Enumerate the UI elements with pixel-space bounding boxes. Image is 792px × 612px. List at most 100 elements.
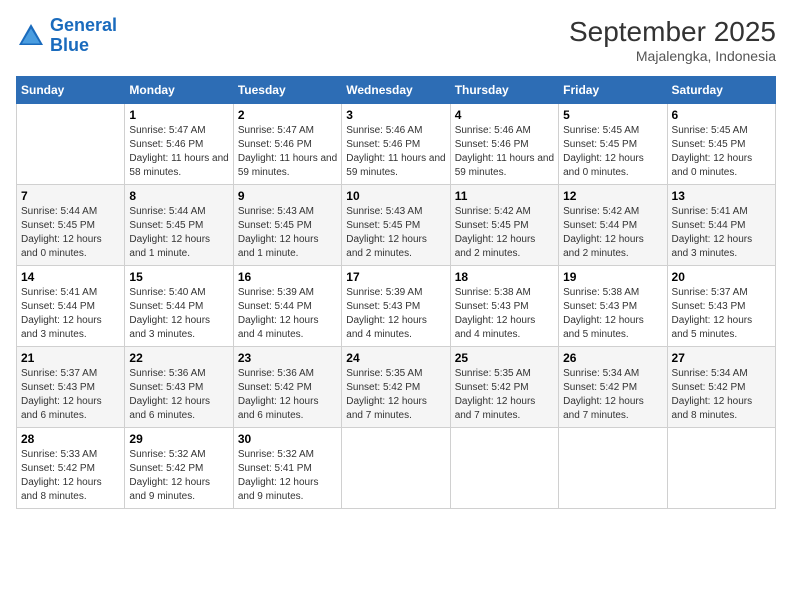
calendar-cell: 26 Sunrise: 5:34 AMSunset: 5:42 PMDayligh… [559, 347, 667, 428]
logo-icon [16, 21, 46, 51]
cell-info: Sunrise: 5:40 AMSunset: 5:44 PMDaylight:… [129, 286, 228, 342]
calendar-cell: 23 Sunrise: 5:36 AMSunset: 5:42 PMDayligh… [233, 347, 341, 428]
month-year: September 2025 [569, 16, 776, 48]
day-number: 6 [672, 108, 771, 122]
calendar-cell: 29Sunrise: 5:32 AMSunset: 5:42 PMDayligh… [125, 428, 233, 509]
calendar-cell: 16Sunrise: 5:39 AMSunset: 5:44 PMDayligh… [233, 266, 341, 347]
day-number: 14 [21, 270, 120, 284]
cell-info: Sunrise: 5:33 AMSunset: 5:42 PMDaylight:… [21, 448, 120, 504]
cell-info: Sunrise: 5:37 AMSunset: 5:43 PMDaylight:… [672, 286, 771, 342]
cell-info: Sunrise: 5:42 AMSunset: 5:44 PMDaylight:… [563, 205, 662, 261]
cell-info: Sunrise: 5:47 AMSunset: 5:46 PMDaylight:… [129, 124, 228, 180]
day-number: 22 [129, 351, 228, 365]
cell-info: Sunrise: 5:43 AMSunset: 5:45 PMDaylight:… [238, 205, 337, 261]
day-number: 9 [238, 189, 337, 203]
calendar-cell: 3 Sunrise: 5:46 AMSunset: 5:46 PMDaylight… [342, 104, 450, 185]
logo: General Blue [16, 16, 117, 56]
logo-text: General Blue [50, 16, 117, 56]
cell-info: Sunrise: 5:45 AMSunset: 5:45 PMDaylight:… [672, 124, 771, 180]
calendar-cell [342, 428, 450, 509]
day-number: 5 [563, 108, 662, 122]
header-cell-wednesday: Wednesday [342, 77, 450, 104]
calendar-cell: 28 Sunrise: 5:33 AMSunset: 5:42 PMDayligh… [17, 428, 125, 509]
day-number: 4 [455, 108, 554, 122]
day-number: 2 [238, 108, 337, 122]
calendar-table: SundayMondayTuesdayWednesdayThursdayFrid… [16, 76, 776, 509]
calendar-cell: 9 Sunrise: 5:43 AMSunset: 5:45 PMDaylight… [233, 185, 341, 266]
calendar-cell: 8Sunrise: 5:44 AMSunset: 5:45 PMDaylight… [125, 185, 233, 266]
day-number: 28 [21, 432, 120, 446]
day-number: 15 [129, 270, 228, 284]
week-row-5: 28 Sunrise: 5:33 AMSunset: 5:42 PMDayligh… [17, 428, 776, 509]
cell-info: Sunrise: 5:34 AMSunset: 5:42 PMDaylight:… [672, 367, 771, 423]
week-row-2: 7Sunrise: 5:44 AMSunset: 5:45 PMDaylight… [17, 185, 776, 266]
day-number: 1 [129, 108, 228, 122]
day-number: 24 [346, 351, 445, 365]
cell-info: Sunrise: 5:39 AMSunset: 5:44 PMDaylight:… [238, 286, 337, 342]
day-number: 17 [346, 270, 445, 284]
day-number: 3 [346, 108, 445, 122]
cell-info: Sunrise: 5:46 AMSunset: 5:46 PMDaylight:… [455, 124, 554, 180]
cell-info: Sunrise: 5:41 AMSunset: 5:44 PMDaylight:… [21, 286, 120, 342]
calendar-cell: 10 Sunrise: 5:43 AMSunset: 5:45 PMDayligh… [342, 185, 450, 266]
calendar-cell [559, 428, 667, 509]
cell-info: Sunrise: 5:44 AMSunset: 5:45 PMDaylight:… [21, 205, 120, 261]
day-number: 10 [346, 189, 445, 203]
day-number: 27 [672, 351, 771, 365]
calendar-cell: 24Sunrise: 5:35 AMSunset: 5:42 PMDayligh… [342, 347, 450, 428]
cell-info: Sunrise: 5:36 AMSunset: 5:43 PMDaylight:… [129, 367, 228, 423]
header-cell-thursday: Thursday [450, 77, 558, 104]
page-header: General Blue September 2025 Majalengka, … [16, 16, 776, 64]
calendar-cell: 30 Sunrise: 5:32 AMSunset: 5:41 PMDayligh… [233, 428, 341, 509]
week-row-3: 14 Sunrise: 5:41 AMSunset: 5:44 PMDayligh… [17, 266, 776, 347]
calendar-cell: 7Sunrise: 5:44 AMSunset: 5:45 PMDaylight… [17, 185, 125, 266]
day-number: 19 [563, 270, 662, 284]
day-number: 11 [455, 189, 554, 203]
day-number: 29 [129, 432, 228, 446]
header-cell-monday: Monday [125, 77, 233, 104]
cell-info: Sunrise: 5:41 AMSunset: 5:44 PMDaylight:… [672, 205, 771, 261]
cell-info: Sunrise: 5:36 AMSunset: 5:42 PMDaylight:… [238, 367, 337, 423]
day-number: 12 [563, 189, 662, 203]
cell-info: Sunrise: 5:45 AMSunset: 5:45 PMDaylight:… [563, 124, 662, 180]
cell-info: Sunrise: 5:43 AMSunset: 5:45 PMDaylight:… [346, 205, 445, 261]
location: Majalengka, Indonesia [569, 48, 776, 64]
header-cell-saturday: Saturday [667, 77, 775, 104]
calendar-cell: 20 Sunrise: 5:37 AMSunset: 5:43 PMDayligh… [667, 266, 775, 347]
calendar-cell: 12 Sunrise: 5:42 AMSunset: 5:44 PMDayligh… [559, 185, 667, 266]
calendar-cell: 1 Sunrise: 5:47 AMSunset: 5:46 PMDaylight… [125, 104, 233, 185]
cell-info: Sunrise: 5:38 AMSunset: 5:43 PMDaylight:… [455, 286, 554, 342]
calendar-cell [17, 104, 125, 185]
day-number: 25 [455, 351, 554, 365]
header-cell-tuesday: Tuesday [233, 77, 341, 104]
cell-info: Sunrise: 5:32 AMSunset: 5:41 PMDaylight:… [238, 448, 337, 504]
cell-info: Sunrise: 5:37 AMSunset: 5:43 PMDaylight:… [21, 367, 120, 423]
calendar-cell: 18 Sunrise: 5:38 AMSunset: 5:43 PMDayligh… [450, 266, 558, 347]
calendar-cell: 14 Sunrise: 5:41 AMSunset: 5:44 PMDayligh… [17, 266, 125, 347]
day-number: 20 [672, 270, 771, 284]
cell-info: Sunrise: 5:34 AMSunset: 5:42 PMDaylight:… [563, 367, 662, 423]
day-number: 21 [21, 351, 120, 365]
cell-info: Sunrise: 5:42 AMSunset: 5:45 PMDaylight:… [455, 205, 554, 261]
calendar-cell: 2 Sunrise: 5:47 AMSunset: 5:46 PMDaylight… [233, 104, 341, 185]
calendar-cell: 27 Sunrise: 5:34 AMSunset: 5:42 PMDayligh… [667, 347, 775, 428]
calendar-cell: 22 Sunrise: 5:36 AMSunset: 5:43 PMDayligh… [125, 347, 233, 428]
day-number: 23 [238, 351, 337, 365]
day-number: 26 [563, 351, 662, 365]
day-number: 13 [672, 189, 771, 203]
header-cell-friday: Friday [559, 77, 667, 104]
calendar-cell: 15 Sunrise: 5:40 AMSunset: 5:44 PMDayligh… [125, 266, 233, 347]
cell-info: Sunrise: 5:47 AMSunset: 5:46 PMDaylight:… [238, 124, 337, 180]
calendar-cell [667, 428, 775, 509]
header-row: SundayMondayTuesdayWednesdayThursdayFrid… [17, 77, 776, 104]
calendar-cell: 17 Sunrise: 5:39 AMSunset: 5:43 PMDayligh… [342, 266, 450, 347]
cell-info: Sunrise: 5:46 AMSunset: 5:46 PMDaylight:… [346, 124, 445, 180]
day-number: 18 [455, 270, 554, 284]
day-number: 30 [238, 432, 337, 446]
calendar-cell: 11 Sunrise: 5:42 AMSunset: 5:45 PMDayligh… [450, 185, 558, 266]
day-number: 8 [129, 189, 228, 203]
cell-info: Sunrise: 5:39 AMSunset: 5:43 PMDaylight:… [346, 286, 445, 342]
calendar-cell: 21 Sunrise: 5:37 AMSunset: 5:43 PMDayligh… [17, 347, 125, 428]
calendar-cell [450, 428, 558, 509]
calendar-cell: 25Sunrise: 5:35 AMSunset: 5:42 PMDayligh… [450, 347, 558, 428]
